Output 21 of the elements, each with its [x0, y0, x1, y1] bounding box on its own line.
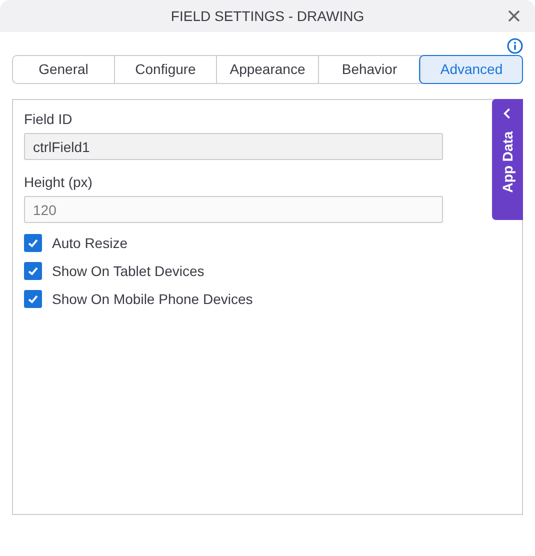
checkbox[interactable]: [24, 234, 42, 252]
tab[interactable]: Advanced: [420, 56, 522, 83]
field-label: Field ID: [24, 110, 74, 128]
close-icon[interactable]: [507, 9, 521, 23]
checkbox-label: Auto Resize: [52, 234, 128, 252]
tab[interactable]: General: [13, 56, 114, 83]
check-icon: [27, 237, 39, 249]
checkbox-label: Show On Tablet Devices: [52, 262, 204, 280]
app-data-tab[interactable]: App Data: [492, 99, 523, 220]
input-field[interactable]: 120: [24, 196, 443, 223]
checkbox[interactable]: [24, 262, 42, 280]
field-label: Height (px): [24, 173, 94, 191]
window-title: FIELD SETTINGS - DRAWING: [170, 6, 364, 26]
info-icon[interactable]: [507, 38, 523, 54]
check-icon: [27, 265, 39, 277]
chevron-left-icon: [503, 108, 512, 119]
tab[interactable]: Configure: [114, 56, 216, 83]
tab[interactable]: Appearance: [216, 56, 318, 83]
check-icon: [27, 293, 39, 305]
checkbox[interactable]: [24, 290, 42, 308]
checkbox-label: Show On Mobile Phone Devices: [52, 290, 253, 308]
